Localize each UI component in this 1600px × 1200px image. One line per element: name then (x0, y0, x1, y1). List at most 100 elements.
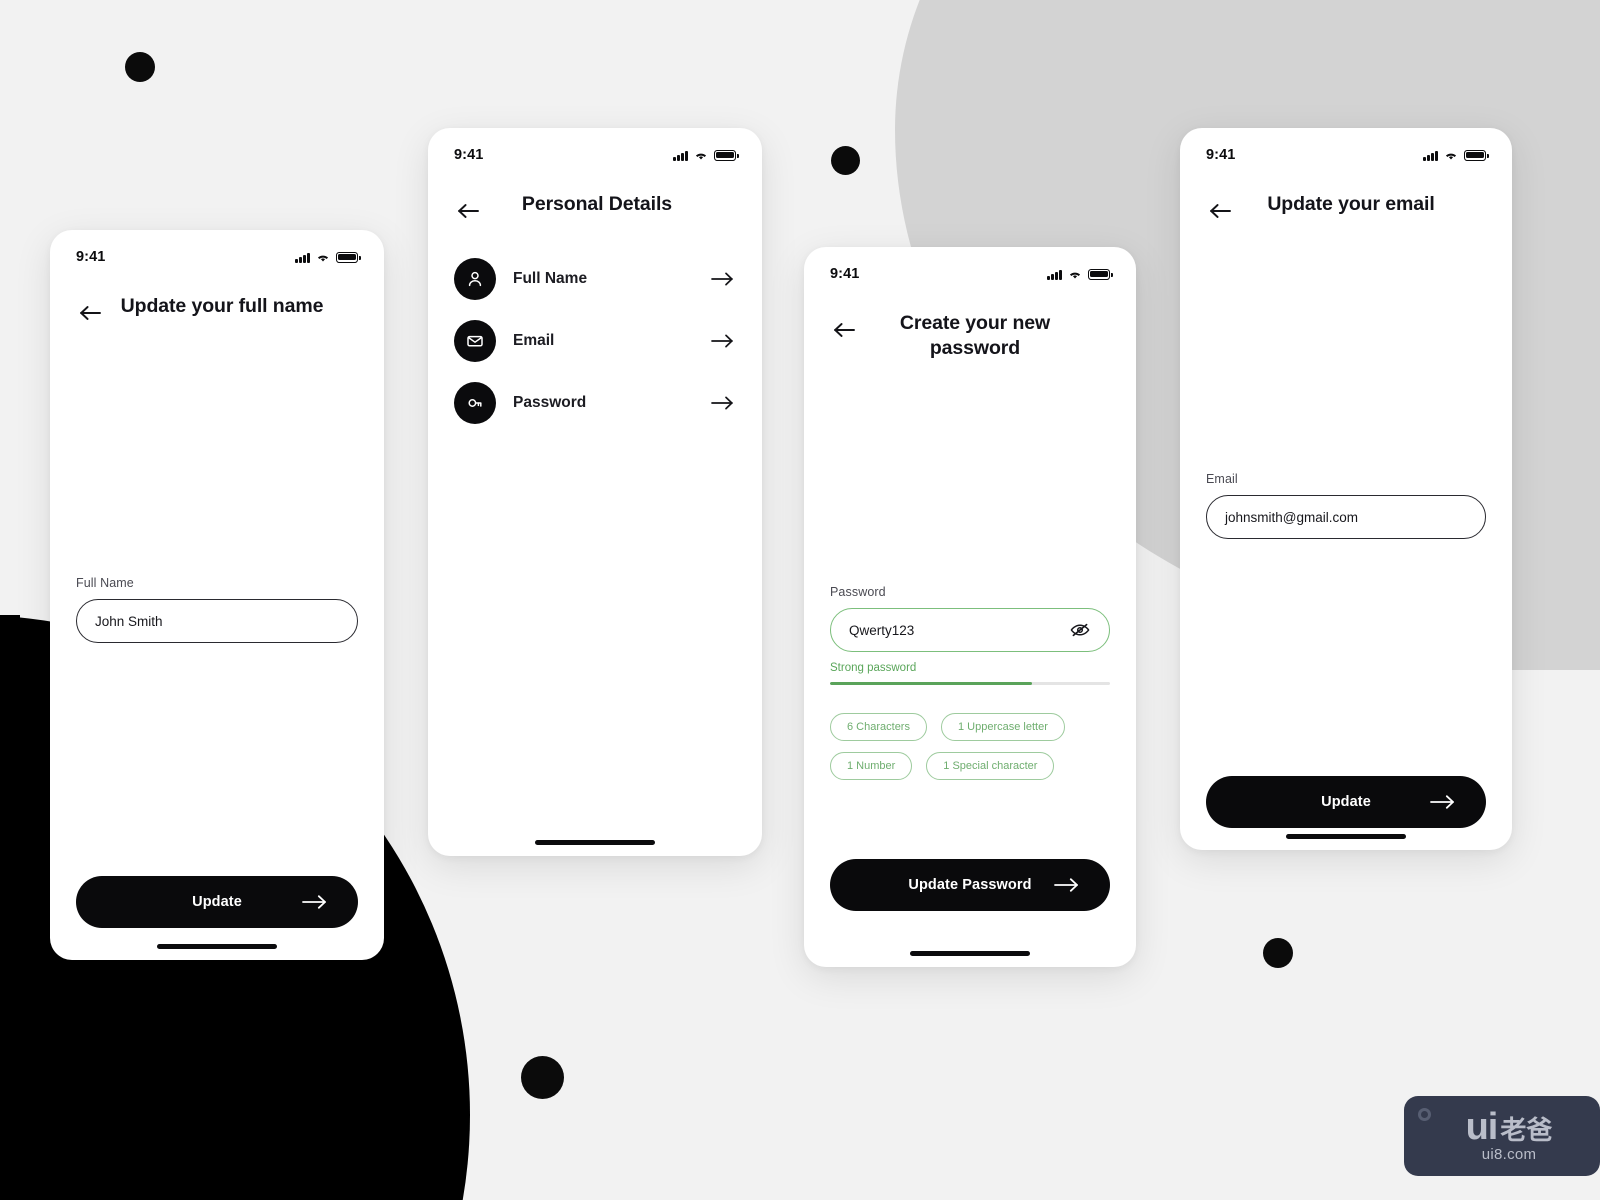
password-value: Qwerty123 (849, 622, 915, 638)
screen-header: Update your email (1180, 166, 1512, 230)
requirement-chip: 1 Number (830, 751, 913, 780)
email-label: Email (1206, 472, 1238, 486)
email-input[interactable]: johnsmith@gmail.com (1206, 495, 1486, 539)
signal-bars-icon (295, 252, 310, 263)
status-time: 9:41 (454, 147, 484, 163)
decorative-dot (1263, 938, 1293, 968)
status-icons (1423, 149, 1489, 161)
status-bar: 9:41 (804, 247, 1136, 285)
screen-create-new-password: 9:41 Create your new password Password Q… (804, 247, 1136, 967)
password-input[interactable]: Qwerty123 (830, 608, 1110, 652)
status-time: 9:41 (76, 249, 106, 265)
password-strength-text: Strong password (830, 662, 917, 674)
email-field-group: Email johnsmith@gmail.com (1206, 472, 1486, 539)
arrow-right-icon (1430, 794, 1456, 810)
arrow-right-icon (710, 390, 736, 416)
update-password-button-label: Update Password (908, 877, 1032, 893)
watermark-brand-cn: 老爸 (1500, 1114, 1553, 1145)
back-button[interactable] (454, 196, 484, 226)
home-indicator (910, 951, 1030, 956)
arrow-left-icon (1210, 204, 1231, 218)
key-icon (454, 382, 496, 424)
battery-icon (1088, 268, 1113, 280)
arrow-left-icon (834, 323, 855, 337)
screen-personal-details: 9:41 Personal Details Full Name Email Pa… (428, 128, 762, 856)
status-bar: 9:41 (50, 230, 384, 268)
wifi-icon (1445, 153, 1457, 160)
status-time: 9:41 (1206, 147, 1236, 163)
decorative-dot (125, 52, 155, 82)
list-item-label: Password (513, 394, 587, 411)
personal-details-list: Full Name Email Password (428, 230, 762, 434)
full-name-value: John Smith (95, 613, 163, 629)
home-indicator (535, 840, 655, 845)
eye-off-icon[interactable] (1069, 619, 1091, 641)
full-name-field-group: Full Name John Smith (76, 576, 358, 643)
status-icons (295, 251, 361, 263)
list-item-full-name[interactable]: Full Name (454, 248, 736, 310)
page-title: Create your new password (899, 312, 1051, 360)
list-item-email[interactable]: Email (454, 310, 736, 372)
requirement-chip: 6 Characters (830, 712, 927, 741)
watermark-brand: ui 老爸 (1465, 1105, 1553, 1148)
watermark-domain: ui8.com (1481, 1146, 1537, 1164)
email-value: johnsmith@gmail.com (1225, 509, 1358, 525)
arrow-right-icon (710, 266, 736, 292)
status-time: 9:41 (830, 266, 860, 282)
page-title: Update your email (1267, 193, 1435, 215)
update-password-button[interactable]: Update Password (830, 859, 1110, 911)
person-icon (454, 258, 496, 300)
full-name-input[interactable]: John Smith (76, 599, 358, 643)
password-strength-bar (830, 682, 1110, 685)
arrow-left-icon (458, 204, 479, 218)
list-item-password[interactable]: Password (454, 372, 736, 434)
envelope-icon (454, 320, 496, 362)
screen-body: Update your email Email johnsmith@gmail.… (1180, 166, 1512, 850)
decorative-dot (831, 146, 860, 175)
page-title: Update your full name (120, 295, 324, 317)
circle-icon (1418, 1108, 1431, 1121)
update-button-label: Update (192, 894, 242, 910)
back-button[interactable] (1206, 196, 1236, 226)
watermark-badge: ui 老爸 ui8.com (1404, 1096, 1600, 1176)
update-button[interactable]: Update (76, 876, 358, 928)
home-indicator (1286, 834, 1406, 839)
full-name-label: Full Name (76, 576, 134, 590)
password-field-group: Password Qwerty123 Strong password 6 Cha… (830, 585, 1110, 780)
arrow-right-icon (302, 894, 328, 910)
arrow-left-icon (80, 306, 101, 320)
requirement-chip: 1 Uppercase letter (940, 712, 1065, 741)
battery-icon (336, 251, 361, 263)
watermark-brand-text: ui (1465, 1105, 1499, 1148)
battery-icon (1464, 149, 1489, 161)
screen-update-email: 9:41 Update your email Email johnsmith@g… (1180, 128, 1512, 850)
status-bar: 9:41 (1180, 128, 1512, 166)
requirement-chip: 1 Special character (926, 751, 1055, 780)
password-label: Password (830, 585, 886, 599)
arrow-right-icon (1054, 877, 1080, 893)
back-button[interactable] (76, 298, 106, 328)
arrow-right-icon (710, 328, 736, 354)
password-requirements: 6 Characters 1 Uppercase letter 1 Number… (830, 712, 1110, 780)
home-indicator (157, 944, 277, 949)
status-icons (673, 149, 739, 161)
screen-body: Create your new password Password Qwerty… (804, 285, 1136, 967)
decorative-dot (521, 1056, 564, 1099)
screen-header: Update your full name (50, 268, 384, 332)
screen-header: Create your new password (804, 285, 1136, 362)
list-item-label: Full Name (513, 270, 588, 287)
signal-bars-icon (1047, 269, 1062, 280)
screen-update-full-name: 9:41 Update your full name Full Name Joh… (50, 230, 384, 960)
wifi-icon (695, 153, 707, 160)
page-title: Personal Details (521, 193, 673, 215)
back-button[interactable] (830, 315, 860, 345)
wifi-icon (1069, 272, 1081, 279)
signal-bars-icon (1423, 150, 1438, 161)
status-icons (1047, 268, 1113, 280)
battery-icon (714, 149, 739, 161)
signal-bars-icon (673, 150, 688, 161)
password-strength-fill (830, 682, 1032, 685)
screen-body: Personal Details Full Name Email Passwor… (428, 166, 762, 856)
update-button[interactable]: Update (1206, 776, 1486, 828)
screen-header: Personal Details (428, 166, 762, 230)
